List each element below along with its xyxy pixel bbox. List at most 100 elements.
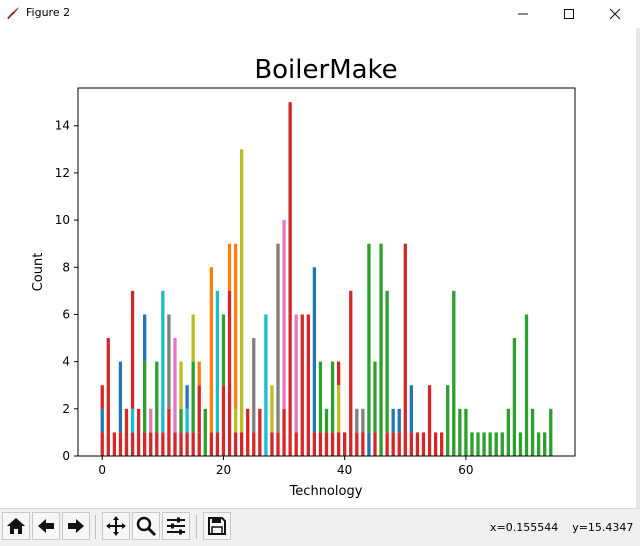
bar-segment bbox=[118, 432, 123, 456]
bar-segment bbox=[397, 432, 401, 456]
bar-segment bbox=[276, 432, 280, 456]
bar-segment bbox=[100, 408, 104, 433]
close-button[interactable] bbox=[592, 0, 638, 28]
y-tick-label: 10 bbox=[55, 213, 70, 227]
bar-segment bbox=[282, 220, 286, 409]
bar-segment bbox=[149, 432, 153, 456]
chart-title: BoilerMake bbox=[254, 55, 397, 85]
bar-segment bbox=[191, 314, 195, 362]
bar-segment bbox=[246, 408, 250, 456]
bar-segment bbox=[143, 361, 147, 433]
bar-segment bbox=[500, 432, 504, 456]
bar-segment bbox=[488, 432, 492, 456]
home-button[interactable] bbox=[2, 512, 30, 540]
bar-segment bbox=[252, 432, 256, 456]
save-button[interactable] bbox=[203, 512, 231, 540]
bar-segment bbox=[512, 338, 517, 456]
zoom-button[interactable] bbox=[132, 512, 160, 540]
bar-segment bbox=[343, 432, 347, 456]
tk-feather-icon bbox=[6, 6, 22, 20]
bar-segment bbox=[549, 408, 553, 456]
y-axis-label: Count bbox=[31, 253, 46, 292]
back-button[interactable] bbox=[32, 512, 60, 540]
bar-segment bbox=[440, 432, 444, 456]
window-titlebar: Figure 2 bbox=[0, 0, 640, 28]
bar-segment bbox=[258, 408, 262, 456]
bar-segment bbox=[446, 385, 450, 456]
navigation-toolbar: x=0.155544 y=15.4347 bbox=[0, 508, 640, 546]
cursor-coordinates: x=0.155544 y=15.4347 bbox=[490, 521, 634, 534]
bar-segment bbox=[130, 290, 135, 409]
bars-group bbox=[100, 102, 553, 457]
bar-segment bbox=[221, 314, 226, 386]
bar-segment bbox=[336, 432, 341, 456]
maximize-icon bbox=[564, 9, 574, 19]
bar-segment bbox=[143, 314, 147, 362]
home-icon bbox=[7, 518, 25, 534]
bar-segment bbox=[197, 432, 201, 456]
bar-segment bbox=[458, 408, 462, 456]
bar-segment bbox=[124, 408, 129, 456]
bar-segment bbox=[330, 432, 335, 456]
maximize-button[interactable] bbox=[546, 0, 592, 28]
bar-segment bbox=[433, 432, 438, 456]
configure-subplots-button[interactable] bbox=[162, 512, 190, 540]
bar-segment bbox=[100, 432, 104, 456]
bar-segment bbox=[221, 385, 226, 433]
toolbar-separator bbox=[196, 515, 197, 539]
bar-segment bbox=[300, 314, 304, 456]
bar-segment bbox=[391, 432, 395, 456]
bar-segment bbox=[373, 361, 377, 433]
y-axis-ticks: 0 2 4 6 8 10 12 14 bbox=[55, 119, 78, 463]
back-icon bbox=[38, 519, 54, 533]
bar-segment bbox=[227, 243, 232, 291]
bar-segment bbox=[385, 290, 389, 433]
bar-segment bbox=[361, 432, 365, 456]
bar-segment bbox=[318, 361, 323, 433]
bar-segment bbox=[355, 432, 359, 456]
bar-segment bbox=[373, 432, 377, 456]
bar-segment bbox=[403, 243, 407, 456]
bar-segment bbox=[336, 361, 341, 386]
toolbar-separator bbox=[95, 515, 96, 539]
bar-segment bbox=[215, 290, 220, 433]
bar-segment bbox=[409, 385, 413, 433]
bar-segment bbox=[306, 432, 310, 456]
minimize-button[interactable] bbox=[500, 0, 546, 28]
bar-segment bbox=[312, 267, 317, 433]
bar-segment bbox=[288, 102, 292, 457]
zoom-icon bbox=[136, 516, 157, 537]
bar-segment bbox=[330, 361, 335, 433]
bar-segment bbox=[185, 385, 189, 409]
save-icon bbox=[208, 517, 226, 535]
bar-segment bbox=[324, 432, 329, 456]
configure-subplots-icon bbox=[167, 517, 185, 535]
bar-segment bbox=[524, 314, 529, 456]
bar-segment bbox=[179, 408, 183, 433]
bar-segment bbox=[209, 267, 213, 433]
bar-segment bbox=[233, 243, 238, 409]
pan-button[interactable] bbox=[102, 512, 130, 540]
bar-segment bbox=[130, 408, 135, 433]
x-tick-label: 60 bbox=[458, 463, 473, 477]
bar-segment bbox=[185, 408, 189, 433]
bar-segment bbox=[161, 290, 165, 433]
bar-segment bbox=[476, 432, 480, 456]
bar-segment bbox=[209, 432, 213, 456]
bar-segment bbox=[464, 408, 468, 456]
bar-segment bbox=[282, 408, 286, 433]
bar-segment bbox=[452, 290, 456, 456]
bar-segment bbox=[409, 432, 413, 456]
bar-segment bbox=[191, 432, 195, 456]
forward-button[interactable] bbox=[62, 512, 90, 540]
bar-segment bbox=[427, 385, 432, 456]
bar-segment bbox=[397, 408, 401, 433]
bar-segment bbox=[482, 432, 486, 456]
bar-segment bbox=[227, 290, 232, 456]
y-tick-label: 14 bbox=[55, 119, 70, 133]
bar-segment bbox=[118, 361, 123, 433]
y-tick-label: 8 bbox=[62, 260, 70, 274]
bar-segment bbox=[306, 314, 310, 433]
bar-segment bbox=[197, 385, 201, 433]
bar-segment bbox=[536, 432, 541, 456]
